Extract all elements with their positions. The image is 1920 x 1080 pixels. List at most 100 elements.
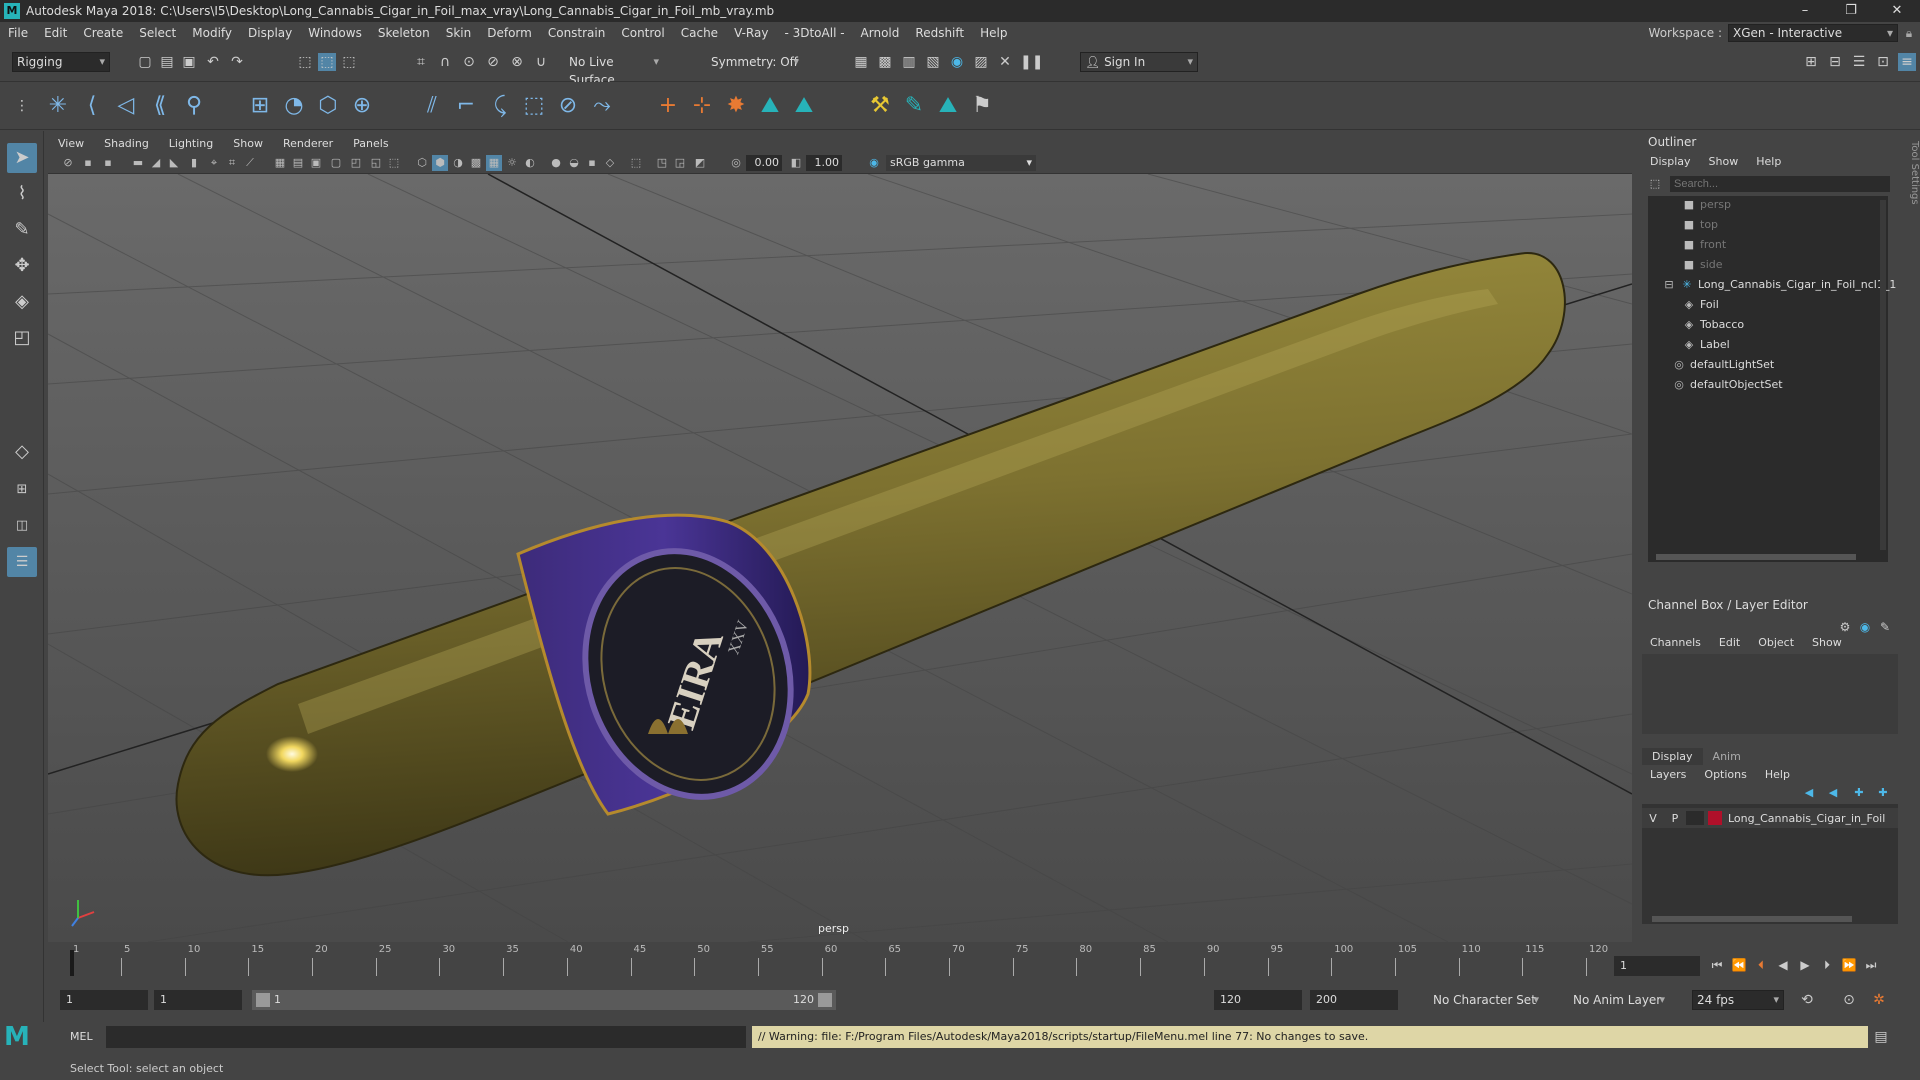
layer-menu-layers[interactable]: Layers [1650, 768, 1686, 781]
select-component-icon[interactable]: ⬚ [340, 53, 358, 71]
menu-deform[interactable]: Deform [479, 26, 540, 40]
go-to-end-icon[interactable]: ⏭ [1862, 956, 1880, 974]
outliner-menu-show[interactable]: Show [1709, 155, 1739, 168]
layer-visibility-toggle[interactable]: V [1642, 812, 1664, 825]
bookmarks-icon[interactable]: ▪ [100, 155, 116, 171]
mirror-joint-icon[interactable]: ⟪ [146, 92, 174, 120]
isolate-select-icon[interactable]: ◇ [602, 155, 618, 171]
channel-box-edit-icon[interactable]: ✎ [1876, 618, 1894, 636]
snap-live-icon[interactable]: ⊗ [508, 53, 526, 71]
render-sequence-icon[interactable]: ▩ [876, 53, 894, 71]
image-plane-icon[interactable]: ▬ [130, 155, 146, 171]
modeling-toolkit-icon[interactable]: ⊞ [1802, 53, 1820, 71]
snap-grid-icon[interactable]: ⌗ [412, 53, 430, 71]
range-bar[interactable]: 1 120 [252, 990, 836, 1010]
render-view-icon[interactable]: ▨ [972, 53, 990, 71]
outliner-item-default-object-set[interactable]: ◎ defaultObjectSet [1672, 376, 1782, 394]
cluster-icon[interactable]: ⊕ [348, 92, 376, 120]
gate-mask-icon[interactable]: ▦ [272, 155, 288, 171]
depth-of-field-icon[interactable]: ▪ [584, 155, 600, 171]
move-tool-icon[interactable]: ✥ [7, 251, 37, 281]
pause-icon[interactable]: ❚❚ [1020, 53, 1043, 71]
ik-spline-icon[interactable]: ◁ [112, 92, 140, 120]
film-gate-icon[interactable]: ⌗ [224, 155, 240, 171]
shadows-icon[interactable]: ☼ [504, 155, 520, 171]
menu-cache[interactable]: Cache [673, 26, 726, 40]
pose-editor-icon[interactable]: ⚑ [968, 92, 996, 120]
current-frame-field[interactable]: 1 [1614, 956, 1700, 976]
symmetry-dropdown[interactable]: Symmetry: Off [706, 52, 804, 72]
loop-icon[interactable]: ⟲ [1798, 991, 1816, 1009]
menu-vray[interactable]: V-Ray [726, 26, 776, 40]
safe-action-icon[interactable]: ▣ [308, 155, 324, 171]
menu-redshift[interactable]: Redshift [907, 26, 972, 40]
gamma-field[interactable]: 1.00 [806, 155, 842, 171]
sign-in-dropdown[interactable]: 👤︎ Sign In [1080, 52, 1198, 72]
anim-prefs-icon[interactable]: ✲ [1870, 991, 1888, 1009]
locator-icon[interactable]: + [654, 92, 682, 120]
use-lights-icon[interactable]: ▦ [486, 155, 502, 171]
step-forward-frame-icon[interactable]: ⏵ [1818, 956, 1836, 974]
vp-menu-panels[interactable]: Panels [343, 137, 398, 150]
undo-icon[interactable]: ↶ [204, 53, 222, 71]
fps-dropdown[interactable]: 24 fps [1692, 990, 1784, 1010]
range-start-handle[interactable] [256, 993, 270, 1007]
menu-select[interactable]: Select [131, 26, 184, 40]
vray-icon[interactable]: ✕ [996, 53, 1014, 71]
ik-handle-icon[interactable]: ⟨ [78, 92, 106, 120]
field-chart-icon[interactable]: ▤ [290, 155, 306, 171]
tool-settings-side-tab[interactable]: Tool Settings [1902, 131, 1920, 331]
parent-constraint-icon[interactable]: ⫽ [418, 92, 446, 120]
hik-icon[interactable]: ✸ [722, 92, 750, 120]
select-hierarchy-icon[interactable]: ⬚ [296, 53, 314, 71]
new-layer-icon[interactable]: ✚ [1850, 784, 1868, 802]
layer-menu-options[interactable]: Options [1704, 768, 1746, 781]
vp-menu-shading[interactable]: Shading [94, 137, 159, 150]
auto-key-icon[interactable]: ⊙ [1840, 991, 1858, 1009]
vp-menu-show[interactable]: Show [223, 137, 273, 150]
layer-type-toggle[interactable] [1686, 811, 1704, 825]
menu-windows[interactable]: Windows [300, 26, 370, 40]
xray-joints-icon[interactable]: ⬚ [628, 155, 644, 171]
anim-layer-dropdown[interactable]: No Anim Layer [1552, 990, 1670, 1010]
layer-horizontal-scrollbar[interactable] [1652, 916, 1852, 922]
outliner-horizontal-scrollbar[interactable] [1656, 554, 1856, 560]
snap-magnet-icon[interactable]: ∪ [532, 53, 550, 71]
exposure-icon[interactable]: ◎ [728, 155, 744, 171]
cb-menu-object[interactable]: Object [1758, 636, 1794, 649]
end-time-field[interactable]: 200 [1310, 990, 1398, 1010]
move-layer-down-icon[interactable]: ◀ [1824, 784, 1842, 802]
camera-attributes-icon[interactable]: ▪ [80, 155, 96, 171]
vp-menu-renderer[interactable]: Renderer [273, 137, 343, 150]
render-settings-icon[interactable]: ▧ [924, 53, 942, 71]
menu-edit[interactable]: Edit [36, 26, 75, 40]
create-joints-icon[interactable]: ✳ [44, 92, 72, 120]
start-time-field[interactable]: 1 [60, 990, 148, 1010]
xray-icon[interactable]: ◰ [348, 155, 364, 171]
orient-constraint-icon[interactable]: ⤹ [486, 92, 514, 120]
outliner-item-persp[interactable]: ■ persp [1682, 196, 1731, 214]
select-camera-icon[interactable]: ⊘ [60, 155, 76, 171]
paint-select-tool-icon[interactable]: ✎ [7, 215, 37, 245]
command-input[interactable] [106, 1026, 746, 1048]
lattice-icon[interactable]: ⬡ [314, 92, 342, 120]
layer-menu-help[interactable]: Help [1765, 768, 1790, 781]
outliner-item-tobacco[interactable]: ◈ Tobacco [1682, 316, 1744, 334]
wireframe-shaded-icon[interactable]: ⬡ [414, 155, 430, 171]
snap-point-icon[interactable]: ⊙ [460, 53, 478, 71]
cluster-handle-icon[interactable]: ⊹ [688, 92, 716, 120]
lasso-tool-icon[interactable]: ⌇ [7, 179, 37, 209]
hik-create-icon[interactable]: ⛰ [790, 92, 818, 120]
attribute-editor-icon[interactable]: ⊟ [1826, 53, 1844, 71]
outliner-item-default-light-set[interactable]: ◎ defaultLightSet [1672, 356, 1774, 374]
play-forward-icon[interactable]: ▶ [1796, 956, 1814, 974]
minimize-button[interactable]: – [1782, 0, 1828, 22]
menu-display[interactable]: Display [240, 26, 300, 40]
menu-constrain[interactable]: Constrain [540, 26, 614, 40]
hud-icon[interactable]: ◳ [654, 155, 670, 171]
viewport-scene[interactable]: EIRA XXV [48, 174, 1632, 942]
channel-box-area[interactable] [1642, 654, 1898, 734]
grease-pencil-icon[interactable]: ◣ [166, 155, 182, 171]
rotate-tool-icon[interactable]: ◈ [7, 287, 37, 317]
pole-vector-icon[interactable]: ⤳ [588, 92, 616, 120]
